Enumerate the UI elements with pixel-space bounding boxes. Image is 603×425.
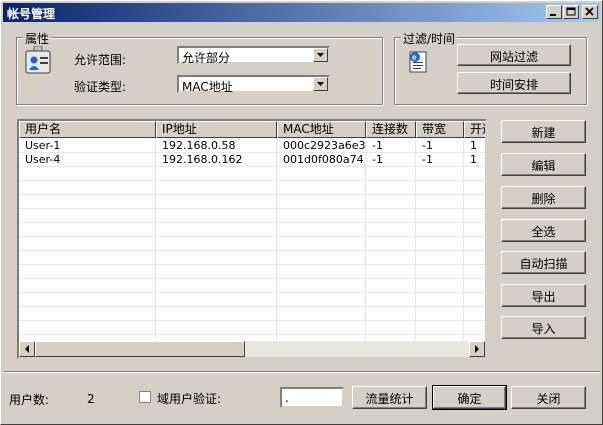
user-count-value: 2: [87, 392, 95, 406]
export-button-label: 导出: [531, 290, 556, 304]
user-count-label: 用户数:: [9, 393, 50, 407]
auto-scan-button[interactable]: 自动扫描: [501, 251, 586, 274]
maximize-icon: [566, 7, 576, 16]
account-management-window: 帐号管理 属性 允许范围: 允许部分 验证类型: MAC地址 过滤/时间 e 网…: [0, 0, 603, 425]
domain-auth-label: 域用户验证:: [157, 392, 222, 406]
ok-button[interactable]: 确定: [432, 385, 507, 410]
delete-button[interactable]: 删除: [501, 186, 586, 209]
site-filter-button[interactable]: 网站过滤: [457, 44, 571, 66]
account-table[interactable]: 用户名 IP地址 MAC地址 连接数 带宽 开通 User-1 192.168.…: [17, 119, 487, 359]
new-button-label: 新建: [531, 126, 556, 140]
import-button-label: 导入: [531, 322, 556, 336]
minimize-button[interactable]: [546, 5, 562, 19]
select-all-button-label: 全选: [531, 225, 556, 239]
column-header-bandwidth[interactable]: 带宽: [416, 121, 464, 138]
cell-mac: 001d0f080a74: [283, 153, 364, 166]
schedule-label: 时间安排: [489, 78, 538, 92]
domain-input-value: .: [285, 391, 289, 405]
horizontal-scrollbar[interactable]: [19, 341, 485, 357]
arrow-right-icon: [475, 345, 479, 353]
scroll-left-button[interactable]: [19, 341, 35, 357]
cell-ip: 192.168.0.58: [162, 139, 236, 152]
chevron-down-icon: [317, 53, 324, 57]
column-header-enabled[interactable]: 开通: [464, 121, 485, 138]
cell-connections: -1: [372, 139, 383, 152]
cell-enabled: 1: [470, 153, 477, 166]
edit-button-label: 编辑: [531, 159, 556, 173]
cell-username: User-1: [25, 139, 61, 152]
title-bar[interactable]: 帐号管理: [3, 3, 600, 22]
footer-separator: [3, 371, 600, 373]
auth-type-dropdown-arrow[interactable]: [313, 77, 328, 91]
grid-line: [463, 138, 464, 341]
delete-button-label: 删除: [531, 192, 556, 206]
grid-line: [155, 138, 156, 341]
table-header: 用户名 IP地址 MAC地址 连接数 带宽 开通: [19, 121, 485, 138]
filter-time-group: 过滤/时间 e 网站过滤 时间安排: [394, 30, 587, 105]
attributes-legend: 属性: [23, 30, 52, 47]
column-header-ip[interactable]: IP地址: [156, 121, 277, 138]
column-header-connections[interactable]: 连接数: [366, 121, 416, 138]
auth-type-select[interactable]: MAC地址: [177, 75, 330, 94]
scroll-right-button[interactable]: [469, 341, 485, 357]
auto-scan-button-label: 自动扫描: [519, 257, 568, 271]
window-title: 帐号管理: [7, 7, 56, 21]
cell-bandwidth: -1: [422, 139, 433, 152]
scope-value: 允许部分: [182, 51, 231, 65]
domain-input[interactable]: .: [280, 387, 344, 408]
column-header-mac[interactable]: MAC地址: [277, 121, 366, 138]
auth-type-label: 验证类型:: [74, 80, 127, 94]
cell-ip: 192.168.0.162: [162, 153, 243, 166]
close-icon: [585, 7, 594, 16]
close-button[interactable]: 关闭: [511, 386, 586, 409]
auth-type-value: MAC地址: [182, 80, 233, 94]
select-all-button[interactable]: 全选: [501, 219, 586, 242]
grid-line: [365, 138, 366, 341]
minimize-icon: [550, 14, 556, 16]
cell-username: User-4: [25, 153, 61, 166]
new-button[interactable]: 新建: [501, 120, 586, 143]
grid-line: [276, 138, 277, 341]
domain-auth-checkbox[interactable]: [139, 391, 151, 403]
scroll-thumb[interactable]: [35, 341, 245, 357]
document-ie-icon: e: [409, 51, 427, 73]
grid-line: [415, 138, 416, 341]
arrow-left-icon: [25, 345, 29, 353]
import-button[interactable]: 导入: [501, 316, 586, 339]
attributes-group: 属性 允许范围: 允许部分 验证类型: MAC地址: [16, 30, 383, 105]
scope-dropdown-arrow[interactable]: [313, 48, 328, 62]
schedule-button[interactable]: 时间安排: [457, 72, 571, 94]
traffic-stats-label: 流量统计: [365, 392, 414, 406]
site-filter-label: 网站过滤: [489, 50, 538, 64]
cell-bandwidth: -1: [422, 153, 433, 166]
maximize-button[interactable]: [563, 5, 579, 19]
cell-enabled: 1: [470, 139, 477, 152]
ok-button-label: 确定: [457, 392, 482, 406]
user-card-icon: [25, 46, 51, 74]
scope-label: 允许范围:: [74, 53, 127, 67]
scope-select[interactable]: 允许部分: [177, 46, 330, 65]
filter-time-legend: 过滤/时间: [401, 30, 458, 47]
traffic-stats-button[interactable]: 流量统计: [352, 386, 427, 409]
close-button-label: 关闭: [536, 392, 561, 406]
column-header-username[interactable]: 用户名: [19, 121, 156, 138]
svg-text:e: e: [412, 53, 417, 62]
export-button[interactable]: 导出: [501, 284, 586, 307]
chevron-down-icon: [317, 82, 324, 86]
cell-connections: -1: [372, 153, 383, 166]
edit-button[interactable]: 编辑: [501, 153, 586, 176]
cell-mac: 000c2923a6e3: [283, 139, 366, 152]
close-window-button[interactable]: [582, 5, 598, 19]
